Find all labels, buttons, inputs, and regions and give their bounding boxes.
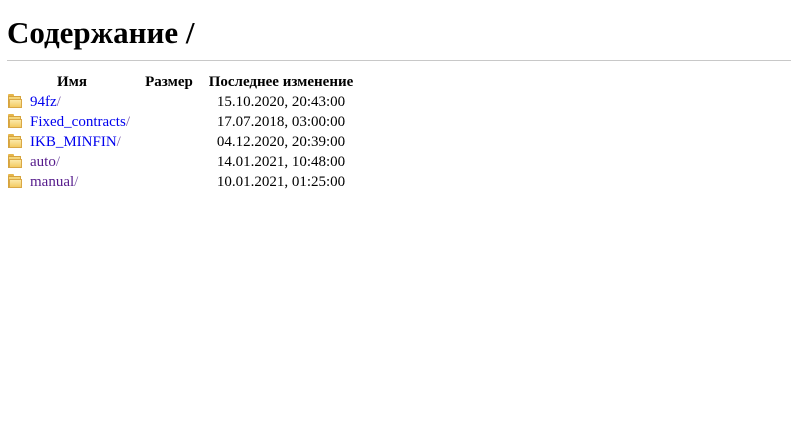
size-cell: [139, 92, 199, 112]
modified-cell: 10.01.2021, 01:25:00: [216, 173, 346, 190]
header-divider: [7, 60, 791, 61]
folder-slash: /: [116, 133, 121, 150]
name-cell: IKB_MINFIN/: [5, 132, 139, 152]
folder-link-manual[interactable]: manual/: [30, 174, 78, 190]
size-cell: [139, 132, 199, 152]
column-header-size[interactable]: Размер: [139, 72, 199, 92]
folder-icon: [7, 173, 23, 188]
name-cell: auto/: [5, 152, 139, 172]
folder-name: IKB_MINFIN: [30, 133, 117, 150]
table-row: 94fz/ 15.10.2020, 20:43:00: [5, 92, 363, 112]
modified-cell: 04.12.2020, 20:39:00: [216, 133, 346, 150]
size-cell: [139, 152, 199, 172]
table-row: IKB_MINFIN/ 04.12.2020, 20:39:00: [5, 132, 363, 152]
folder-link-94fz[interactable]: 94fz/: [30, 94, 61, 110]
table-row: auto/ 14.01.2021, 10:48:00: [5, 152, 363, 172]
name-cell: manual/: [5, 172, 139, 192]
modified-cell: 15.10.2020, 20:43:00: [216, 93, 346, 110]
folder-link-fixed-contracts[interactable]: Fixed_contracts/: [30, 114, 130, 130]
folder-slash: /: [56, 93, 61, 110]
folder-link-auto[interactable]: auto/: [30, 154, 60, 170]
folder-name: 94fz: [30, 93, 57, 110]
page-title: Содержание /: [7, 15, 195, 50]
modified-cell: 17.07.2018, 03:00:00: [216, 113, 346, 130]
folder-icon: [7, 153, 23, 168]
folder-name: auto: [30, 153, 56, 170]
folder-name: manual: [30, 173, 75, 190]
modified-cell: 14.01.2021, 10:48:00: [216, 153, 346, 170]
folder-name: Fixed_contracts: [30, 113, 126, 130]
table-row: manual/ 10.01.2021, 01:25:00: [5, 172, 363, 192]
size-cell: [139, 112, 199, 132]
directory-listing-table: Имя Размер Последнее изменение 94fz/ 15.…: [5, 72, 363, 192]
name-cell: 94fz/: [5, 92, 139, 112]
folder-icon: [7, 113, 23, 128]
folder-icon: [7, 133, 23, 148]
size-cell: [139, 172, 199, 192]
folder-slash: /: [125, 113, 130, 130]
folder-link-ikb-minfin[interactable]: IKB_MINFIN/: [30, 134, 121, 150]
table-row: Fixed_contracts/ 17.07.2018, 03:00:00: [5, 112, 363, 132]
folder-icon: [7, 93, 23, 108]
column-header-name[interactable]: Имя: [5, 72, 139, 92]
folder-slash: /: [55, 153, 60, 170]
folder-slash: /: [74, 173, 79, 190]
table-header-row: Имя Размер Последнее изменение: [5, 72, 363, 92]
name-cell: Fixed_contracts/: [5, 112, 139, 132]
column-header-modified[interactable]: Последнее изменение: [199, 72, 363, 92]
